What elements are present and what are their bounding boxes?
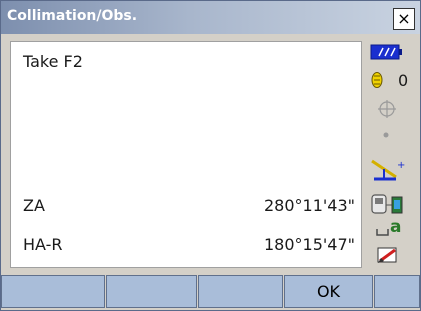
measurement-panel: Take F2 ZA 280°11'43" HA-R 180°15'47": [10, 41, 362, 268]
tilt-icon[interactable]: +: [370, 157, 406, 183]
zenith-angle-label: ZA: [23, 196, 45, 215]
horizontal-angle-value: 180°15'47": [263, 235, 355, 254]
close-button[interactable]: ×: [393, 8, 415, 30]
ok-button[interactable]: OK: [284, 275, 373, 308]
horizontal-angle-label: HA-R: [23, 235, 63, 254]
softkey-bar: OK: [1, 275, 420, 310]
prism-icon[interactable]: [370, 71, 384, 89]
title-bar: Collimation/Obs. ×: [1, 1, 420, 34]
crosshair-icon[interactable]: [377, 99, 397, 119]
status-bar: 0 + a: [364, 41, 416, 268]
input-mode-label: a: [390, 217, 402, 237]
close-icon: ×: [397, 9, 411, 28]
window-title: Collimation/Obs.: [7, 8, 138, 24]
status-dot-icon: [383, 132, 389, 138]
softkey-1[interactable]: [1, 275, 105, 308]
dialog-window: Collimation/Obs. × Take F2 ZA 280°11'43"…: [0, 0, 421, 311]
prism-constant-value: 0: [398, 71, 409, 90]
bluetooth-icon[interactable]: [370, 191, 406, 219]
svg-text:+: +: [397, 160, 405, 171]
softkey-2[interactable]: [106, 275, 197, 308]
instruction-message: Take F2: [23, 52, 83, 71]
zenith-angle-value: 280°11'43": [263, 196, 355, 215]
softkey-3[interactable]: [198, 275, 283, 308]
edit-icon[interactable]: [376, 246, 400, 264]
space-icon: [376, 229, 389, 236]
input-mode-icon[interactable]: a: [376, 217, 406, 239]
softkey-5[interactable]: [374, 275, 420, 308]
battery-icon[interactable]: [370, 44, 402, 60]
